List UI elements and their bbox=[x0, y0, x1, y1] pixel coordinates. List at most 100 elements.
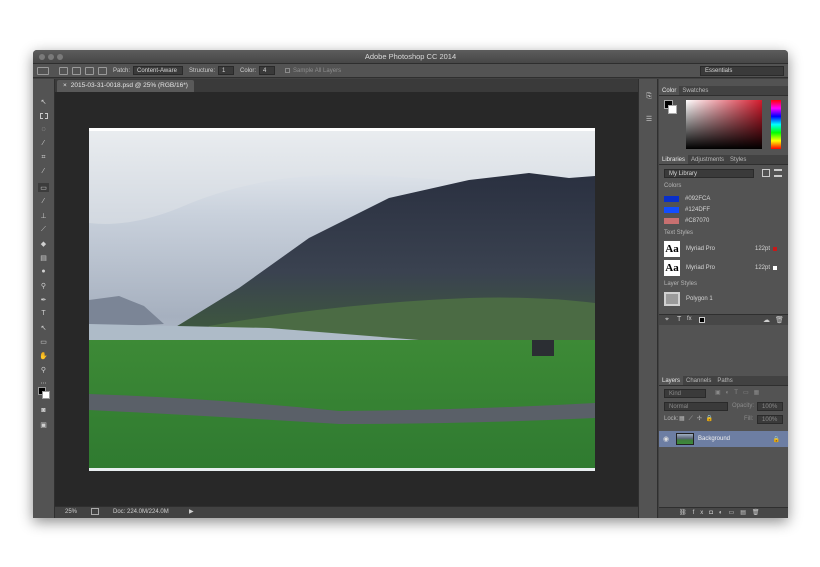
color-panel-background[interactable] bbox=[668, 105, 677, 114]
libraries-panel-tabs: Libraries Adjustments Styles bbox=[659, 155, 788, 165]
opacity-label: Opacity: bbox=[732, 403, 755, 409]
rectangle-icon[interactable]: ▭ bbox=[38, 337, 49, 346]
title-bar: Adobe Photoshop CC 2014 bbox=[33, 50, 788, 64]
color-panel-tabs: Color Swatches bbox=[659, 86, 788, 96]
visibility-eye-icon[interactable]: ◉ bbox=[663, 435, 673, 443]
text-style-color bbox=[773, 246, 777, 251]
options-bar: Patch: Content-Aware Structure: 1 Color:… bbox=[33, 64, 788, 78]
tab-libraries[interactable]: Libraries bbox=[659, 155, 689, 164]
layer-name: Background bbox=[698, 436, 731, 442]
tab-color[interactable]: Color bbox=[659, 86, 680, 95]
eyedropper-icon[interactable]: ⁄ bbox=[38, 167, 49, 176]
window-title: Adobe Photoshop CC 2014 bbox=[364, 52, 457, 61]
history-brush-icon[interactable]: ⟋ bbox=[38, 225, 49, 234]
layer-row-background[interactable]: ◉ Background 🔒 bbox=[659, 431, 788, 447]
tab-swatches[interactable]: Swatches bbox=[679, 86, 711, 95]
tab-layers[interactable]: Layers bbox=[659, 376, 684, 385]
opacity-field[interactable]: 100% bbox=[757, 402, 783, 411]
library-color-item[interactable]: #124DFF bbox=[664, 205, 782, 214]
add-text-style-icon[interactable]: T bbox=[677, 316, 681, 323]
close-tab-icon[interactable]: × bbox=[63, 82, 67, 89]
layer-lock-icon: 🔒 bbox=[772, 436, 780, 443]
pen-icon[interactable]: ✒ bbox=[38, 295, 49, 304]
fill-field[interactable]: 100% bbox=[757, 415, 783, 424]
color-select[interactable]: 4 bbox=[259, 66, 276, 75]
layer-footer-icons[interactable]: ⛓fx◘◐▭▤🗑 bbox=[679, 509, 766, 516]
color-label: Color: bbox=[240, 67, 257, 74]
type-icon[interactable]: T bbox=[38, 309, 49, 318]
add-graphic-icon[interactable]: ⌖ bbox=[665, 316, 669, 324]
background-color-swatch[interactable] bbox=[42, 391, 50, 399]
brush-icon[interactable]: ⁄ bbox=[38, 197, 49, 206]
grid-view-icon[interactable] bbox=[762, 169, 770, 177]
list-view-icon[interactable] bbox=[774, 169, 782, 177]
text-style-item[interactable]: Aa Myriad Pro 122pt bbox=[664, 240, 782, 257]
tab-channels[interactable]: Channels bbox=[683, 376, 714, 385]
add-color-icon[interactable] bbox=[699, 317, 705, 323]
color-swatch bbox=[664, 195, 679, 202]
layer-filter-icons[interactable]: ▣◐T▭▦ bbox=[715, 389, 764, 396]
cloud-sync-icon[interactable]: ☁ bbox=[763, 316, 770, 324]
move-icon[interactable]: ↖ bbox=[38, 97, 49, 106]
layer-filter-select[interactable]: Kind bbox=[664, 389, 706, 398]
layer-style-thumbnail bbox=[664, 292, 680, 306]
subtract-selection-icon[interactable] bbox=[85, 66, 94, 75]
quick-mask-icon[interactable]: ◙ bbox=[38, 406, 49, 415]
zoom-icon[interactable]: ⚲ bbox=[38, 365, 49, 374]
document-photo[interactable] bbox=[89, 128, 595, 471]
text-style-item[interactable]: Aa Myriad Pro 122pt bbox=[664, 259, 782, 276]
sample-all-layers-checkbox[interactable] bbox=[285, 68, 291, 73]
tool-preset-picker[interactable] bbox=[37, 66, 49, 75]
lock-label: Lock: bbox=[664, 416, 679, 422]
document-tab[interactable]: × 2015-03-31-0018.psd @ 25% (RGB/16*) bbox=[57, 80, 194, 92]
status-menu-arrow-icon[interactable]: ▶ bbox=[189, 508, 194, 515]
layer-style-name: Polygon 1 bbox=[686, 296, 713, 302]
crop-icon[interactable]: ⌗ bbox=[38, 153, 49, 162]
healing-brush-icon[interactable]: ▭ bbox=[38, 183, 49, 192]
add-layer-style-icon[interactable]: fx bbox=[687, 316, 692, 322]
eraser-icon[interactable]: ◆ bbox=[38, 239, 49, 248]
quick-select-icon[interactable]: ⁄ bbox=[38, 139, 49, 148]
blend-mode-select[interactable]: Normal bbox=[664, 402, 728, 411]
text-style-preview-icon: Aa bbox=[664, 240, 680, 257]
layers-panel-tabs: Layers Channels Paths bbox=[659, 376, 788, 386]
color-swatch bbox=[664, 206, 679, 213]
document-tab-bar: × 2015-03-31-0018.psd @ 25% (RGB/16*) bbox=[55, 79, 638, 92]
zoom-level[interactable]: 25% bbox=[65, 509, 77, 515]
export-icon[interactable] bbox=[91, 508, 99, 515]
text-styles-section-label: Text Styles bbox=[664, 230, 694, 236]
structure-label: Structure: bbox=[189, 67, 216, 74]
marquee-icon[interactable] bbox=[38, 111, 49, 120]
blur-icon[interactable]: ● bbox=[38, 267, 49, 276]
library-color-item[interactable]: #092FCA bbox=[664, 194, 782, 203]
workspace-select[interactable]: Essentials bbox=[700, 66, 784, 76]
dodge-icon[interactable]: ⚲ bbox=[38, 281, 49, 290]
path-select-icon[interactable]: ↖ bbox=[38, 323, 49, 332]
tab-adjustments[interactable]: Adjustments bbox=[688, 155, 727, 164]
new-selection-icon[interactable] bbox=[59, 66, 68, 75]
tab-styles[interactable]: Styles bbox=[727, 155, 749, 164]
properties-panel-icon[interactable]: ☰ bbox=[643, 115, 655, 126]
canvas-area[interactable] bbox=[55, 92, 638, 506]
library-color-item[interactable]: #C87070 bbox=[664, 216, 782, 225]
add-selection-icon[interactable] bbox=[72, 66, 81, 75]
patch-mode-select[interactable]: Content-Aware bbox=[133, 66, 184, 75]
screen-mode-icon[interactable]: ▣ bbox=[38, 420, 49, 429]
color-spectrum-field[interactable] bbox=[686, 100, 762, 149]
clone-stamp-icon[interactable]: ⊥ bbox=[38, 211, 49, 220]
document-size: Doc: 224.0M/224.0M bbox=[113, 509, 169, 515]
history-panel-icon[interactable]: ⎘ bbox=[643, 93, 655, 104]
trash-icon[interactable]: 🗑 bbox=[775, 316, 784, 324]
gradient-icon[interactable]: ▤ bbox=[38, 253, 49, 262]
libraries-footer: ⌖ T fx ☁ 🗑 bbox=[659, 314, 788, 325]
lock-options-icons[interactable]: ▦⟋✢🔒 bbox=[679, 415, 717, 423]
hue-slider[interactable] bbox=[771, 100, 781, 149]
layer-style-item[interactable]: Polygon 1 bbox=[664, 291, 782, 307]
structure-select[interactable]: 1 bbox=[218, 66, 235, 75]
tab-paths[interactable]: Paths bbox=[714, 376, 735, 385]
layers-footer: ⛓fx◘◐▭▤🗑 bbox=[659, 507, 788, 518]
intersect-selection-icon[interactable] bbox=[98, 66, 107, 75]
lasso-icon[interactable]: ◌ bbox=[38, 125, 49, 134]
library-select[interactable]: My Library bbox=[664, 169, 754, 178]
hand-icon[interactable]: ✋ bbox=[38, 351, 49, 360]
